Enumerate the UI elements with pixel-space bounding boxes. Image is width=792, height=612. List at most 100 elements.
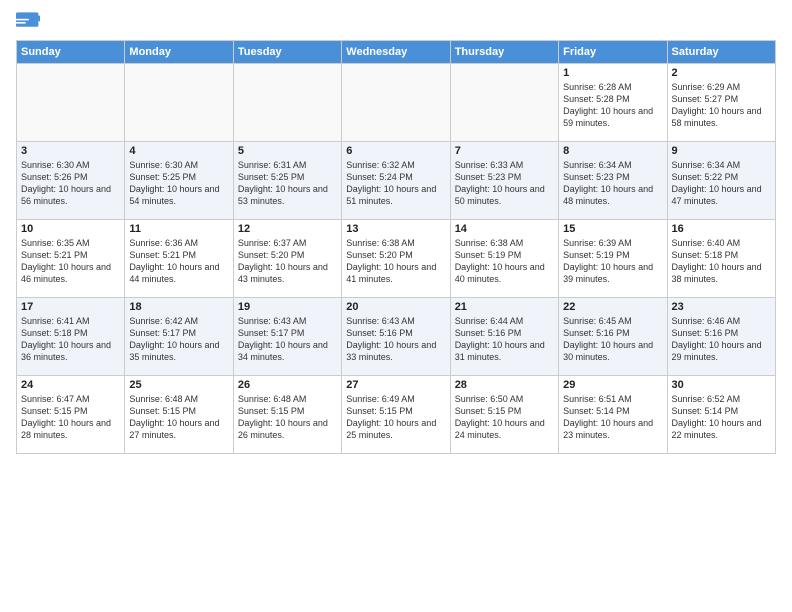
day-number: 10 xyxy=(21,223,120,235)
day-info: Sunrise: 6:44 AM Sunset: 5:16 PM Dayligh… xyxy=(455,315,554,364)
day-number: 22 xyxy=(563,301,662,313)
weekday-header: Tuesday xyxy=(233,41,341,64)
day-info: Sunrise: 6:31 AM Sunset: 5:25 PM Dayligh… xyxy=(238,159,337,208)
table-row: 26Sunrise: 6:48 AM Sunset: 5:15 PM Dayli… xyxy=(233,376,341,454)
table-row: 10 Sunrise: 6:35 AM Sunset: 5:21 PM Dayli… xyxy=(17,220,125,298)
table-row xyxy=(450,64,558,142)
day-info: Sunrise: 6:33 AM Sunset: 5:23 PM Dayligh… xyxy=(455,159,554,208)
calendar: SundayMondayTuesdayWednesdayThursdayFrid… xyxy=(16,40,776,454)
day-info: Sunrise: 6:43 AM Sunset: 5:16 PM Dayligh… xyxy=(346,315,445,364)
day-info: Sunrise: 6:34 AM Sunset: 5:22 PM Dayligh… xyxy=(672,159,771,208)
table-row: 4 Sunrise: 6:30 AM Sunset: 5:25 PM Daylig… xyxy=(125,142,233,220)
table-row: 30 Sunrise: 6:52 AM Sunset: 5:14 PM Dayli… xyxy=(667,376,775,454)
day-info: Sunrise: 6:40 AM Sunset: 5:18 PM Dayligh… xyxy=(672,237,771,286)
table-row: 22 Sunrise: 6:45 AM Sunset: 5:16 PM Dayli… xyxy=(559,298,667,376)
table-row: 20Sunrise: 6:43 AM Sunset: 5:16 PM Dayli… xyxy=(342,298,450,376)
table-row: 15 Sunrise: 6:39 AM Sunset: 5:19 PM Dayli… xyxy=(559,220,667,298)
logo-icon xyxy=(16,12,40,32)
day-number: 8 xyxy=(563,145,662,157)
logo xyxy=(16,12,44,32)
day-number: 6 xyxy=(346,145,445,157)
day-number: 7 xyxy=(455,145,554,157)
table-row: 29 Sunrise: 6:51 AM Sunset: 5:14 PM Dayli… xyxy=(559,376,667,454)
calendar-row: 17 Sunrise: 6:41 AM Sunset: 5:18 PM Dayli… xyxy=(17,298,776,376)
day-number: 18 xyxy=(129,301,228,313)
table-row: 11 Sunrise: 6:36 AM Sunset: 5:21 PM Dayli… xyxy=(125,220,233,298)
weekday-header: Saturday xyxy=(667,41,775,64)
table-row: 27 Sunrise: 6:49 AM Sunset: 5:15 PM Dayli… xyxy=(342,376,450,454)
weekday-header: Wednesday xyxy=(342,41,450,64)
table-row: 24 Sunrise: 6:47 AM Sunset: 5:15 PM Dayli… xyxy=(17,376,125,454)
day-number: 27 xyxy=(346,379,445,391)
day-info: Sunrise: 6:32 AM Sunset: 5:24 PM Dayligh… xyxy=(346,159,445,208)
table-row: 28 Sunrise: 6:50 AM Sunset: 5:15 PM Dayli… xyxy=(450,376,558,454)
day-info: Sunrise: 6:29 AM Sunset: 5:27 PM Dayligh… xyxy=(672,81,771,130)
table-row: 5 Sunrise: 6:31 AM Sunset: 5:25 PM Daylig… xyxy=(233,142,341,220)
day-number: 14 xyxy=(455,223,554,235)
table-row xyxy=(17,64,125,142)
day-info: Sunrise: 6:48 AM Sunset: 5:15 PM Dayligh… xyxy=(129,393,228,442)
day-number: 24 xyxy=(21,379,120,391)
calendar-row: 24 Sunrise: 6:47 AM Sunset: 5:15 PM Dayli… xyxy=(17,376,776,454)
day-number: 1 xyxy=(563,67,662,79)
day-info: Sunrise: 6:52 AM Sunset: 5:14 PM Dayligh… xyxy=(672,393,771,442)
day-info: Sunrise: 6:41 AM Sunset: 5:18 PM Dayligh… xyxy=(21,315,120,364)
day-info: Sunrise: 6:49 AM Sunset: 5:15 PM Dayligh… xyxy=(346,393,445,442)
day-number: 11 xyxy=(129,223,228,235)
day-info: Sunrise: 6:38 AM Sunset: 5:20 PM Dayligh… xyxy=(346,237,445,286)
day-number: 30 xyxy=(672,379,771,391)
weekday-header: Sunday xyxy=(17,41,125,64)
day-info: Sunrise: 6:47 AM Sunset: 5:15 PM Dayligh… xyxy=(21,393,120,442)
day-info: Sunrise: 6:43 AM Sunset: 5:17 PM Dayligh… xyxy=(238,315,337,364)
table-row: 17 Sunrise: 6:41 AM Sunset: 5:18 PM Dayli… xyxy=(17,298,125,376)
table-row: 14 Sunrise: 6:38 AM Sunset: 5:19 PM Dayli… xyxy=(450,220,558,298)
day-info: Sunrise: 6:34 AM Sunset: 5:23 PM Dayligh… xyxy=(563,159,662,208)
header-row: SundayMondayTuesdayWednesdayThursdayFrid… xyxy=(17,41,776,64)
day-info: Sunrise: 6:38 AM Sunset: 5:19 PM Dayligh… xyxy=(455,237,554,286)
day-number: 5 xyxy=(238,145,337,157)
table-row: 9 Sunrise: 6:34 AM Sunset: 5:22 PM Daylig… xyxy=(667,142,775,220)
day-number: 28 xyxy=(455,379,554,391)
table-row: 18 Sunrise: 6:42 AM Sunset: 5:17 PM Dayli… xyxy=(125,298,233,376)
day-number: 26 xyxy=(238,379,337,391)
table-row: 12 Sunrise: 6:37 AM Sunset: 5:20 PM Dayli… xyxy=(233,220,341,298)
day-number: 12 xyxy=(238,223,337,235)
day-info: Sunrise: 6:30 AM Sunset: 5:25 PM Dayligh… xyxy=(129,159,228,208)
day-info: Sunrise: 6:35 AM Sunset: 5:21 PM Dayligh… xyxy=(21,237,120,286)
day-number: 3 xyxy=(21,145,120,157)
table-row: 2 Sunrise: 6:29 AM Sunset: 5:27 PM Daylig… xyxy=(667,64,775,142)
calendar-row: 10 Sunrise: 6:35 AM Sunset: 5:21 PM Dayli… xyxy=(17,220,776,298)
day-number: 9 xyxy=(672,145,771,157)
table-row xyxy=(342,64,450,142)
day-number: 13 xyxy=(346,223,445,235)
day-number: 15 xyxy=(563,223,662,235)
table-row xyxy=(125,64,233,142)
day-number: 2 xyxy=(672,67,771,79)
calendar-row: 3 Sunrise: 6:30 AM Sunset: 5:26 PM Daylig… xyxy=(17,142,776,220)
table-row: 16 Sunrise: 6:40 AM Sunset: 5:18 PM Dayli… xyxy=(667,220,775,298)
weekday-header: Thursday xyxy=(450,41,558,64)
day-number: 17 xyxy=(21,301,120,313)
day-info: Sunrise: 6:42 AM Sunset: 5:17 PM Dayligh… xyxy=(129,315,228,364)
table-row: 21 Sunrise: 6:44 AM Sunset: 5:16 PM Dayli… xyxy=(450,298,558,376)
day-number: 23 xyxy=(672,301,771,313)
page: SundayMondayTuesdayWednesdayThursdayFrid… xyxy=(0,0,792,612)
day-number: 29 xyxy=(563,379,662,391)
weekday-header: Friday xyxy=(559,41,667,64)
table-row: 7 Sunrise: 6:33 AM Sunset: 5:23 PM Daylig… xyxy=(450,142,558,220)
day-info: Sunrise: 6:39 AM Sunset: 5:19 PM Dayligh… xyxy=(563,237,662,286)
day-info: Sunrise: 6:30 AM Sunset: 5:26 PM Dayligh… xyxy=(21,159,120,208)
day-number: 4 xyxy=(129,145,228,157)
day-number: 21 xyxy=(455,301,554,313)
day-number: 16 xyxy=(672,223,771,235)
day-info: Sunrise: 6:51 AM Sunset: 5:14 PM Dayligh… xyxy=(563,393,662,442)
day-info: Sunrise: 6:37 AM Sunset: 5:20 PM Dayligh… xyxy=(238,237,337,286)
day-info: Sunrise: 6:36 AM Sunset: 5:21 PM Dayligh… xyxy=(129,237,228,286)
table-row: 8 Sunrise: 6:34 AM Sunset: 5:23 PM Daylig… xyxy=(559,142,667,220)
day-info: Sunrise: 6:50 AM Sunset: 5:15 PM Dayligh… xyxy=(455,393,554,442)
table-row: 23 Sunrise: 6:46 AM Sunset: 5:16 PM Dayli… xyxy=(667,298,775,376)
day-info: Sunrise: 6:46 AM Sunset: 5:16 PM Dayligh… xyxy=(672,315,771,364)
header-area xyxy=(16,12,776,32)
table-row: 13 Sunrise: 6:38 AM Sunset: 5:20 PM Dayli… xyxy=(342,220,450,298)
day-info: Sunrise: 6:45 AM Sunset: 5:16 PM Dayligh… xyxy=(563,315,662,364)
